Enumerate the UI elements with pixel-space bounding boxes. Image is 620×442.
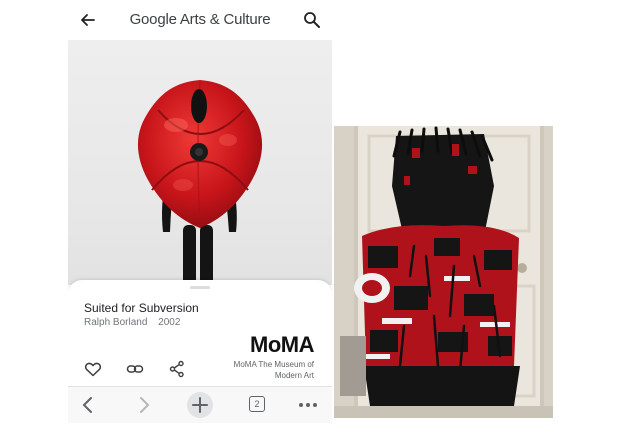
artwork-illustration: [137, 80, 263, 285]
artwork-details-sheet: Suited for Subversion Ralph Borland 2002…: [68, 280, 332, 390]
brand-rest: Arts & Culture: [179, 11, 271, 28]
museum-name[interactable]: MoMA The Museum of Modern Art: [214, 359, 314, 381]
link-glyph: [126, 365, 144, 373]
artwork-year: 2002: [158, 317, 181, 328]
more-glyph: [299, 403, 317, 407]
nav-back-icon[interactable]: [76, 393, 100, 417]
fleece-costume-illustration: [334, 126, 553, 418]
new-tab-icon[interactable]: [187, 392, 213, 418]
nav-back-glyph: [82, 397, 92, 413]
link-icon[interactable]: [126, 360, 144, 378]
tab-count-button[interactable]: 2: [249, 396, 265, 412]
search-glyph: [304, 12, 320, 28]
heart-icon[interactable]: [84, 360, 102, 378]
plus-glyph: [192, 397, 208, 413]
app-title: Google Arts & Culture: [68, 10, 332, 30]
app-bar: Google Arts & Culture: [68, 0, 332, 40]
artist-line: Ralph Borland 2002: [84, 317, 180, 328]
nav-forward-glyph: [140, 397, 150, 413]
sheet-drag-handle[interactable]: [190, 286, 210, 289]
museum-logo[interactable]: MoMA: [250, 332, 314, 358]
nav-forward-icon[interactable]: [132, 393, 156, 417]
search-icon[interactable]: [302, 10, 322, 30]
phone-screenshot: Google Arts & Culture Suited for Subvers…: [68, 0, 332, 442]
brand-google: Google: [129, 11, 177, 28]
heart-glyph: [84, 362, 102, 377]
artwork-image[interactable]: [68, 40, 332, 285]
artist-name[interactable]: Ralph Borland: [84, 317, 147, 328]
fleece-costume-photo: [334, 126, 553, 418]
artwork-title: Suited for Subversion: [84, 301, 199, 315]
share-glyph: [169, 360, 184, 378]
more-menu-icon[interactable]: [296, 393, 320, 417]
browser-nav-bar: 2: [68, 386, 332, 423]
share-icon[interactable]: [168, 360, 186, 378]
